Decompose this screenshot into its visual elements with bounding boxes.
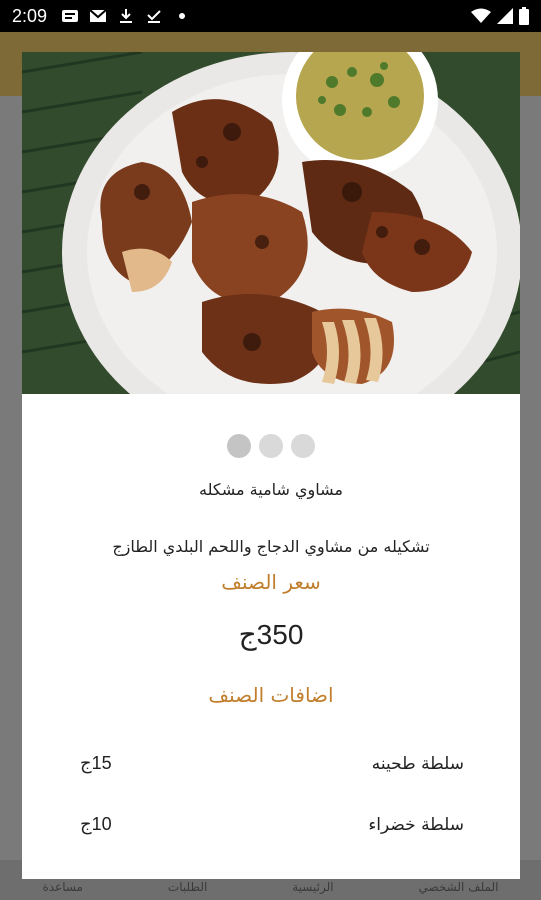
nav-item-orders[interactable]: الطلبات bbox=[168, 880, 207, 894]
addon-name: سلطة طحينه bbox=[371, 753, 464, 774]
system-icons bbox=[471, 7, 529, 25]
wifi-icon bbox=[471, 8, 491, 23]
notification-icons bbox=[61, 9, 191, 23]
clock: 2:09 bbox=[12, 5, 48, 26]
mail-icon bbox=[89, 9, 107, 22]
pager-dot-2[interactable] bbox=[259, 434, 283, 458]
nav-item-help[interactable]: مساعدة bbox=[42, 880, 83, 894]
item-name: مشاوي شامية مشكله bbox=[199, 480, 343, 499]
price-title: سعر الصنف bbox=[221, 570, 321, 594]
addon-row[interactable]: سلطة خضراء 10ج bbox=[22, 814, 520, 835]
addon-row[interactable]: سلطة طحينه 15ج bbox=[22, 753, 520, 774]
nav-item-profile[interactable]: الملف الشخصي bbox=[419, 880, 499, 894]
addon-name: سلطة خضراء bbox=[368, 814, 464, 835]
pager-dot-3[interactable] bbox=[291, 434, 315, 458]
additions-title: اضافات الصنف bbox=[208, 683, 334, 707]
battery-icon bbox=[519, 7, 529, 25]
item-description: تشكيله من مشاوي الدجاج واللحم البلدي الط… bbox=[112, 537, 430, 556]
item-price: 350ج bbox=[238, 619, 304, 650]
nav-item-home[interactable]: الرئيسية bbox=[292, 880, 333, 894]
item-details-dialog: مشاوي شامية مشكله تشكيله من مشاوي الدجاج… bbox=[22, 52, 520, 879]
status-bar: 2:09 bbox=[0, 0, 541, 32]
addon-price: 15ج bbox=[80, 753, 112, 773]
download-icon bbox=[120, 9, 133, 23]
item-image-carousel[interactable] bbox=[22, 52, 520, 394]
pager-dot-1[interactable] bbox=[227, 434, 251, 458]
message-icon bbox=[62, 10, 79, 22]
addon-price: 10ج bbox=[80, 814, 112, 834]
image-pager-dots bbox=[22, 434, 520, 458]
more-notifications-icon bbox=[179, 13, 186, 19]
download-done-icon bbox=[147, 10, 161, 23]
signal-icon bbox=[497, 8, 513, 24]
grilled-chicken-image bbox=[22, 52, 520, 394]
